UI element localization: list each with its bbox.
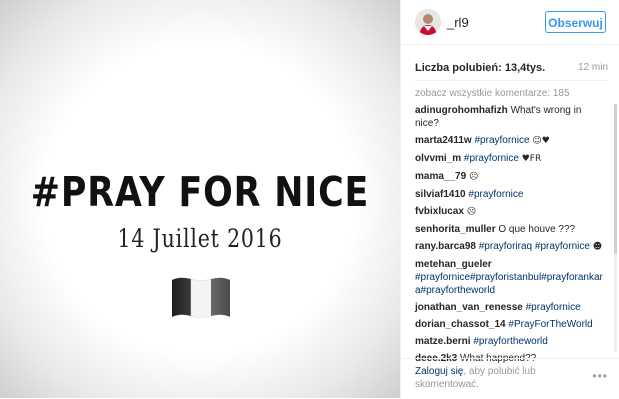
post-time[interactable]: 12 min — [578, 62, 608, 73]
post-header: _rl9 Obserwuj — [401, 0, 619, 45]
comment-item: matze.berni #prayfortheworld — [415, 335, 607, 348]
username[interactable]: _rl9 — [447, 15, 469, 30]
france-flag-icon — [172, 277, 230, 318]
comment-username[interactable]: metehan_gueler — [415, 259, 492, 270]
comment-list: adinugrohomhafizh What's wrong in nice? m… — [415, 104, 607, 369]
comment-hashtags[interactable]: #prayfornice#prayforistanbul#prayforanka… — [415, 272, 603, 296]
comment-item: senhorita_muller O que houve ??? — [415, 223, 607, 236]
follow-button[interactable]: Obserwuj — [545, 11, 606, 33]
login-prompt: Zaloguj się, aby polubić lub skomentować… — [415, 365, 575, 391]
hashtag-text: #PRAY FOR NICE — [30, 168, 370, 216]
comment-emoji: ☹ — [466, 207, 477, 217]
view-all-comments-link[interactable]: zobacz wszystkie komentarze: 185 — [415, 88, 570, 99]
post-footer: Zaloguj się, aby polubić lub skomentować… — [401, 358, 619, 399]
comment-hashtags[interactable]: #prayfornice — [475, 135, 530, 146]
post-image: #PRAY FOR NICE 14 Juillet 2016 — [0, 0, 400, 398]
comment-item: jonathan_van_renesse #prayfornice — [415, 301, 607, 314]
likes-count[interactable]: Liczba polubień: 13,4tys. — [415, 62, 545, 74]
comment-item: metehan_gueler #prayfornice#prayforistan… — [415, 258, 607, 297]
comment-item: silviaf1410 #prayfornice — [415, 188, 607, 201]
comment-hashtags[interactable]: #prayforiraq #prayfornice — [479, 241, 590, 252]
comment-username[interactable]: matze.berni — [415, 336, 471, 347]
comment-item: fvbixlucax ☹ — [415, 205, 607, 219]
login-link[interactable]: Zaloguj się — [415, 366, 463, 377]
comment-hashtags[interactable]: #prayfortheworld — [473, 336, 547, 347]
comment-hashtags[interactable]: #prayfornice — [526, 302, 581, 313]
divider — [415, 80, 608, 81]
comment-username[interactable]: fvbixlucax — [415, 206, 464, 217]
comment-username[interactable]: silviaf1410 — [415, 189, 466, 200]
comment-username[interactable]: adinugrohomhafizh — [415, 105, 508, 116]
comment-hashtags[interactable]: #prayfornice — [468, 189, 523, 200]
comment-item: marta2411w #prayfornice ☺♥ — [415, 134, 607, 148]
comment-text: O que houve ??? — [498, 224, 576, 235]
comment-emoji: ♥FR — [521, 154, 542, 164]
comment-username[interactable]: olvvmi_m — [415, 153, 461, 164]
comment-item: dorian_chassot_14 #PrayForTheWorld — [415, 318, 607, 331]
comment-username[interactable]: mama__79 — [415, 171, 466, 182]
comment-hashtags[interactable]: #prayfornice — [464, 153, 519, 164]
comment-item: adinugrohomhafizh What's wrong in nice? — [415, 104, 607, 130]
comment-emoji: ☺♥ — [532, 136, 550, 146]
avatar[interactable] — [415, 9, 441, 35]
post-sidebar: _rl9 Obserwuj Liczba polubień: 13,4tys. … — [400, 0, 619, 398]
comments-scroll-thumb[interactable] — [614, 104, 617, 254]
more-options-icon[interactable]: ••• — [592, 369, 608, 383]
comment-username[interactable]: rany.barca98 — [415, 241, 476, 252]
comment-username[interactable]: dorian_chassot_14 — [415, 319, 506, 330]
comment-username[interactable]: marta2411w — [415, 135, 472, 146]
comment-username[interactable]: jonathan_van_renesse — [415, 302, 523, 313]
comment-item: olvvmi_m #prayfornice ♥FR — [415, 152, 607, 166]
comment-emoji: ☹ — [468, 172, 479, 182]
date-text: 14 Juillet 2016 — [117, 224, 283, 253]
comment-username[interactable]: senhorita_muller — [415, 224, 496, 235]
comment-item: rany.barca98 #prayforiraq #prayfornice ☻ — [415, 240, 607, 254]
comment-hashtags[interactable]: #PrayForTheWorld — [508, 319, 592, 330]
comment-emoji: ☻ — [592, 242, 603, 252]
comment-item: mama__79 ☹ — [415, 170, 607, 184]
